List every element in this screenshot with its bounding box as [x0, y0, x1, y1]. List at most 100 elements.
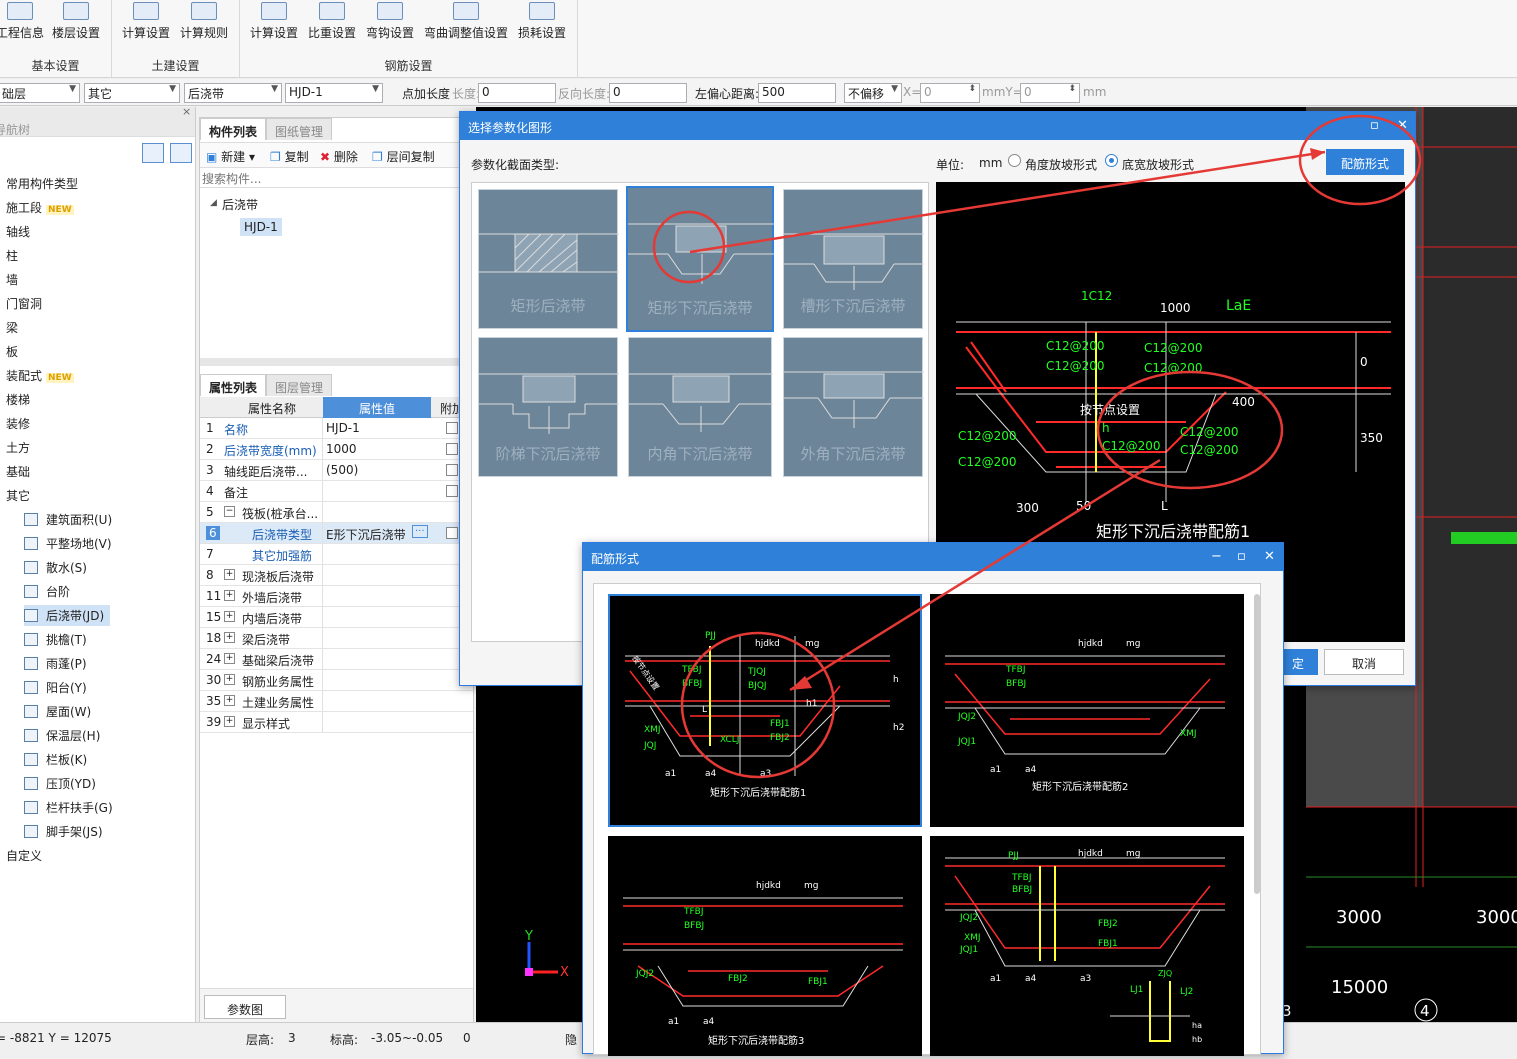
reverse-length-input[interactable]: 0 — [609, 83, 687, 103]
nav-sub-balcony[interactable]: 阳台(Y) — [24, 679, 87, 696]
rebar-form-card-2[interactable]: hjdkd mg TFBJ BFBJ JQJ2 JQJ1 XMJ a1 a4 矩… — [930, 594, 1244, 827]
shape-card-inner-angle-sunken[interactable]: 内角下沉后浇带 — [628, 337, 773, 477]
shape-card-step-sunken[interactable]: 阶梯下沉后浇带 — [478, 337, 619, 477]
collapse-icon[interactable]: ◢ — [210, 198, 217, 208]
nav-item-stairs[interactable]: 楼梯 — [6, 391, 30, 408]
expand-icon[interactable]: + — [224, 674, 235, 685]
category-select[interactable]: 其它 ▼ — [84, 83, 180, 103]
component-select[interactable]: HJD-1 ▼ — [285, 83, 383, 103]
grid-view-icon[interactable] — [170, 143, 192, 163]
type-select[interactable]: 后浇带 ▼ — [184, 83, 282, 103]
property-row[interactable]: 5− 筏板(桩承台... — [200, 502, 473, 523]
expand-icon[interactable]: + — [224, 716, 235, 727]
nav-sub-parapet[interactable]: 栏板(K) — [24, 751, 87, 768]
nav-sub-site-leveling[interactable]: 平整场地(V) — [24, 535, 112, 552]
floor-select[interactable]: 础层 ▼ — [0, 83, 80, 103]
expand-icon[interactable]: + — [224, 611, 235, 622]
nav-item-door-window[interactable]: 门窗洞 — [6, 295, 42, 312]
extra-checkbox[interactable] — [446, 443, 458, 455]
nav-item-column[interactable]: 柱 — [6, 247, 18, 264]
shape-card-trough-sunken[interactable]: 槽形下沉后浇带 — [783, 189, 924, 329]
property-row[interactable]: 1 名称 HJD-1 — [200, 418, 473, 439]
splitter[interactable] — [200, 358, 473, 366]
property-row[interactable]: 4 备注 — [200, 481, 473, 502]
angle-slope-radio[interactable] — [1008, 154, 1021, 167]
rebar-form-card-3[interactable]: hjdkd mg TFBJ BFBJ JQJ2 FBJ2 FBJ1 a1 a4 … — [608, 836, 922, 1056]
collapse-icon[interactable]: − — [224, 506, 235, 517]
property-row[interactable]: 30 + 钢筋业务属性 — [200, 670, 473, 691]
nav-item-decoration[interactable]: 装修 — [6, 415, 30, 432]
loss-settings-button[interactable]: 损耗设置 — [514, 0, 570, 50]
property-row[interactable]: 7 其它加强筋 — [200, 544, 473, 565]
minimize-icon[interactable]: − — [1211, 549, 1222, 564]
nav-item-custom[interactable]: 自定义 — [6, 847, 42, 864]
extra-checkbox[interactable] — [446, 422, 458, 434]
extra-checkbox[interactable] — [446, 527, 458, 539]
extra-checkbox[interactable] — [446, 464, 458, 476]
property-row[interactable]: 11 + 外墙后浇带 — [200, 586, 473, 607]
rebar-calc-settings-button[interactable]: 计算设置 — [246, 0, 302, 50]
bend-adjust-settings-button[interactable]: 弯曲调整值设置 — [420, 0, 512, 50]
expand-icon[interactable]: + — [224, 569, 235, 580]
nav-sub-post-cast-strip[interactable]: 后浇带(JD) — [24, 605, 111, 626]
nav-item-other[interactable]: 其它 — [6, 487, 30, 504]
close-icon[interactable]: × — [182, 105, 191, 118]
floor-settings-button[interactable]: 楼层设置 — [48, 0, 104, 50]
property-row[interactable]: 15 + 内墙后浇带 — [200, 607, 473, 628]
rebar-form-button[interactable]: 配筋形式 — [1326, 149, 1404, 175]
extra-checkbox[interactable] — [446, 485, 458, 497]
expand-icon[interactable]: + — [224, 632, 235, 643]
delete-button[interactable]: ✖ 删除 — [320, 148, 358, 165]
property-row[interactable]: 24 + 基础梁后浇带 — [200, 649, 473, 670]
calc-rules-button[interactable]: 计算规则 — [176, 0, 232, 50]
copy-button[interactable]: ❐ 复制 — [270, 148, 309, 165]
nav-sub-roof[interactable]: 屋面(W) — [24, 703, 91, 720]
rebar-form-card-4[interactable]: PJJ hjdkd mg TFBJ BFBJ JQJ2 XMJ JQJ1 FBJ… — [930, 836, 1244, 1056]
nav-sub-railing[interactable]: 栏杆扶手(G) — [24, 799, 113, 816]
nav-item-earthwork[interactable]: 土方 — [6, 439, 30, 456]
nav-sub-canopy[interactable]: 雨蓬(P) — [24, 655, 87, 672]
tab-layer-management[interactable]: 图层管理 — [266, 374, 332, 396]
length-input[interactable]: 0 — [478, 83, 556, 103]
property-row[interactable]: 18 + 梁后浇带 — [200, 628, 473, 649]
property-row[interactable]: 2 后浇带宽度(mm) 1000 — [200, 439, 473, 460]
nav-sub-insulation[interactable]: 保温层(H) — [24, 727, 100, 744]
scrollbar[interactable] — [1254, 594, 1260, 894]
rebar-form-card-1[interactable]: PJJ hjdkd mg TFBJ BFBJ TJQJ BJQJ XMJ JQJ… — [608, 594, 922, 827]
cancel-button[interactable]: 取消 — [1324, 649, 1404, 675]
property-row[interactable]: 35 + 土建业务属性 — [200, 691, 473, 712]
bottom-slope-radio[interactable] — [1105, 154, 1118, 167]
nav-item-axis[interactable]: 轴线 — [6, 223, 30, 240]
x-input[interactable]: 0 ⬍ — [920, 83, 980, 103]
list-view-icon[interactable] — [142, 143, 164, 163]
property-value[interactable]: (500) — [326, 463, 358, 477]
nav-sub-building-area[interactable]: 建筑面积(U) — [24, 511, 112, 528]
nav-item-slab[interactable]: 板 — [6, 343, 18, 360]
hook-settings-button[interactable]: 弯钩设置 — [362, 0, 418, 50]
offset-input[interactable]: 500 — [758, 83, 836, 103]
property-row[interactable]: 39 + 显示样式 — [200, 712, 473, 733]
expand-icon[interactable]: + — [224, 653, 235, 664]
shape-card-rect[interactable]: 矩形后浇带 — [478, 189, 619, 329]
nav-sub-cornice[interactable]: 挑檐(T) — [24, 631, 87, 648]
property-value[interactable]: 1000 — [326, 442, 357, 456]
nav-item-prefab[interactable]: 装配式 NEW — [6, 367, 74, 384]
shift-select[interactable]: 不偏移 ▼ — [844, 83, 902, 103]
close-icon[interactable]: ✕ — [1264, 549, 1275, 564]
expand-icon[interactable]: + — [224, 590, 235, 601]
ok-button[interactable]: 定 — [1278, 649, 1318, 675]
more-options-icon[interactable]: ··· — [412, 525, 428, 538]
tree-root[interactable]: 后浇带 — [222, 196, 258, 213]
nav-sub-scaffold[interactable]: 脚手架(JS) — [24, 823, 103, 840]
shape-card-outer-angle-sunken[interactable]: 外角下沉后浇带 — [783, 337, 924, 477]
nav-item-common[interactable]: 常用构件类型 — [6, 175, 78, 192]
property-row[interactable]: 6 后浇带类型 E形下沉后浇带 ··· — [200, 523, 473, 544]
floor-copy-button[interactable]: ❐ 层间复制 — [372, 148, 435, 165]
property-value[interactable]: HJD-1 — [326, 421, 360, 435]
tab-property-list[interactable]: 属性列表 — [200, 374, 266, 396]
nav-item-foundation[interactable]: 基础 — [6, 463, 30, 480]
tree-item-hjd1[interactable]: HJD-1 — [240, 218, 282, 236]
property-row[interactable]: 8 + 现浇板后浇带 — [200, 565, 473, 586]
civil-calc-settings-button[interactable]: 计算设置 — [118, 0, 174, 50]
maximize-icon[interactable]: ▫ — [1237, 549, 1246, 564]
